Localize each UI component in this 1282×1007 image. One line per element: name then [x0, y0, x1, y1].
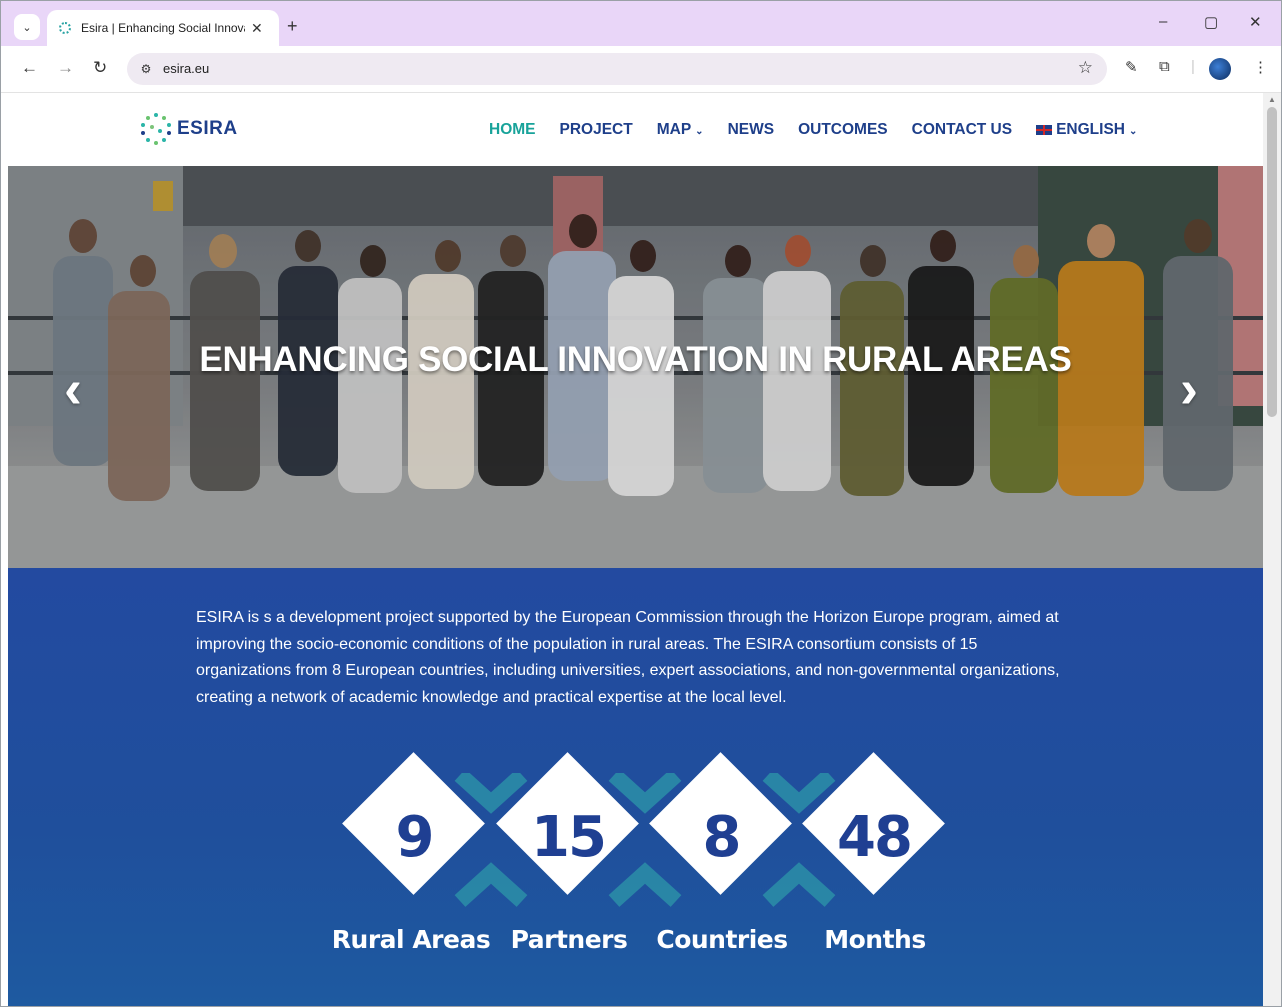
hero-slider: ‹ › ENHANCING SOCIAL INNOVATION IN RURAL…: [8, 166, 1263, 568]
minimize-button[interactable]: –: [1159, 13, 1167, 30]
forward-arrow-icon[interactable]: →: [57, 58, 74, 78]
nav-project[interactable]: PROJECT: [560, 121, 633, 139]
back-arrow-icon[interactable]: ←: [21, 58, 38, 78]
tab-search-button[interactable]: ⌄: [14, 14, 40, 40]
address-bar[interactable]: ⚙ esira.eu ☆: [127, 53, 1107, 85]
stat-label-countries: Countries: [656, 925, 788, 954]
tab-title: Esira | Enhancing Social Innovat: [81, 21, 245, 35]
hero-title: ENHANCING SOCIAL INNOVATION IN RURAL ARE…: [199, 340, 1072, 379]
logo-text: ESIRA: [177, 118, 238, 139]
nav-contact-us[interactable]: CONTACT US: [912, 121, 1012, 139]
pen-icon[interactable]: ✎: [1125, 58, 1138, 76]
toolbar-divider: |: [1191, 58, 1195, 75]
maximize-button[interactable]: ▢: [1204, 13, 1218, 31]
nav-outcomes[interactable]: OUTCOMES: [798, 121, 888, 139]
stat-value-countries: 8: [702, 805, 742, 870]
stat-label-rural-areas: Rural Areas: [331, 925, 491, 954]
scroll-up-icon[interactable]: ▲: [1268, 95, 1276, 104]
scrollbar-thumb[interactable]: [1267, 107, 1277, 417]
nav-news[interactable]: NEWS: [728, 121, 775, 139]
stat-value-rural-areas: 9: [395, 805, 435, 870]
profile-avatar[interactable]: [1209, 58, 1231, 80]
page-viewport: ESIRA HOME PROJECT MAP ⌄ NEWS OUTCOMES CO…: [8, 93, 1263, 1006]
main-nav: HOME PROJECT MAP ⌄ NEWS OUTCOMES CONTACT …: [489, 121, 1161, 139]
stat-label-partners: Partners: [510, 925, 628, 954]
star-icon[interactable]: ☆: [1078, 58, 1093, 78]
browser-window: ⌄ Esira | Enhancing Social Innovat ✕ + –…: [0, 0, 1282, 1007]
nav-language[interactable]: ENGLISH ⌄: [1036, 121, 1137, 139]
nav-home[interactable]: HOME: [489, 121, 536, 139]
tab-close-icon[interactable]: ✕: [251, 20, 263, 37]
favicon-icon: [59, 22, 71, 34]
stat-value-partners: 15: [531, 805, 607, 870]
nav-map[interactable]: MAP ⌄: [657, 121, 704, 139]
site-header: ESIRA HOME PROJECT MAP ⌄ NEWS OUTCOMES CO…: [8, 93, 1263, 166]
puzzle-icon[interactable]: ⧉: [1159, 58, 1170, 75]
nav-map-label: MAP: [656, 121, 692, 138]
nav-language-label: ENGLISH: [1056, 121, 1125, 138]
tab-strip: ⌄ Esira | Enhancing Social Innovat ✕ + –…: [1, 1, 1281, 46]
chevron-down-icon: ⌄: [22, 21, 32, 34]
new-tab-button[interactable]: +: [287, 16, 298, 37]
site-logo[interactable]: ESIRA: [138, 111, 238, 147]
browser-toolbar: ← → ↻ ⚙ esira.eu ☆ ✎ ⧉ | ⋮: [1, 46, 1281, 93]
close-window-button[interactable]: ✕: [1249, 13, 1262, 31]
stats-row: 9 15 8 48 Rural Areas Partners Countries…: [8, 752, 1263, 983]
browser-tab[interactable]: Esira | Enhancing Social Innovat ✕: [47, 10, 279, 46]
stat-value-months: 48: [837, 805, 913, 870]
kebab-menu-icon[interactable]: ⋮: [1253, 58, 1268, 76]
reload-icon[interactable]: ↻: [93, 58, 107, 78]
site-settings-icon[interactable]: ⚙: [137, 60, 155, 78]
stat-label-months: Months: [824, 925, 926, 954]
uk-flag-icon: [1036, 124, 1053, 135]
page-scrollbar[interactable]: ▲: [1263, 93, 1281, 1006]
chevron-down-icon: ⌄: [695, 126, 704, 137]
chevron-down-icon: ⌄: [1129, 126, 1138, 137]
about-section: ESIRA is s a development project support…: [8, 568, 1263, 1006]
intro-paragraph: ESIRA is s a development project support…: [196, 609, 1060, 706]
esira-logo-icon: [138, 111, 174, 147]
url-text[interactable]: esira.eu: [163, 61, 209, 76]
